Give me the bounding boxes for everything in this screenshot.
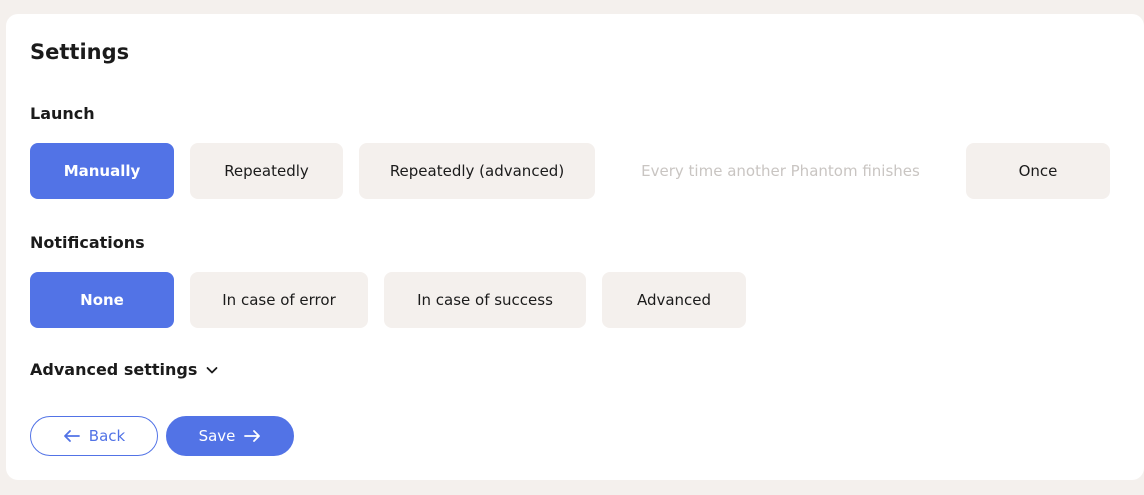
back-button[interactable]: Back [30,416,158,456]
launch-section-label: Launch [30,104,95,123]
arrow-right-icon [244,430,261,442]
launch-options: Manually Repeatedly Repeatedly (advanced… [30,143,1126,199]
notifications-section-label: Notifications [30,233,145,252]
settings-card: Settings Launch Manually Repeatedly Repe… [6,14,1144,480]
launch-option-once[interactable]: Once [966,143,1110,199]
chevron-down-icon [206,366,218,373]
notification-options: None In case of error In case of success… [30,272,762,328]
notification-option-advanced[interactable]: Advanced [602,272,746,328]
notification-option-error[interactable]: In case of error [190,272,368,328]
form-footer: Back Save [30,416,294,456]
advanced-settings-label: Advanced settings [30,360,198,379]
page-title: Settings [30,40,130,64]
launch-option-repeatedly[interactable]: Repeatedly [190,143,343,199]
launch-option-manually[interactable]: Manually [30,143,174,199]
launch-option-after-phantom: Every time another Phantom finishes [611,143,950,199]
advanced-settings-toggle[interactable]: Advanced settings [30,360,219,379]
launch-option-repeatedly-advanced[interactable]: Repeatedly (advanced) [359,143,595,199]
back-button-label: Back [88,427,126,445]
arrow-left-icon [63,430,80,442]
save-button[interactable]: Save [166,416,294,456]
notification-option-success[interactable]: In case of success [384,272,586,328]
notification-option-none[interactable]: None [30,272,174,328]
save-button-label: Save [198,427,236,445]
